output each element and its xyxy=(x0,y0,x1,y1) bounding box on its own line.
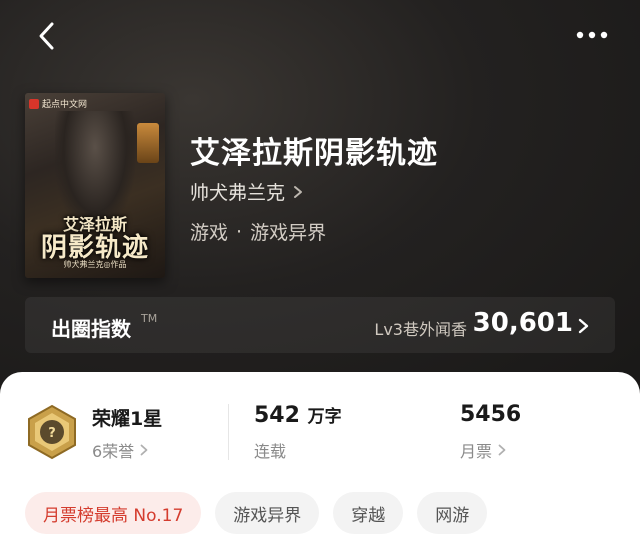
serial-status: 连载 xyxy=(254,442,287,461)
chevron-right-icon xyxy=(498,444,506,456)
heat-index-value: 30,601 xyxy=(472,308,573,338)
more-button[interactable] xyxy=(572,20,612,50)
heat-index-trademark: TM xyxy=(141,312,158,325)
honor-badge-icon: ? xyxy=(28,404,76,460)
monthly-tickets-link[interactable]: 月票 xyxy=(460,438,506,462)
tag-ranking[interactable]: 月票榜最高 No.17 xyxy=(25,492,202,534)
book-title: 艾泽拉斯阴影轨迹 xyxy=(190,136,438,171)
word-count: 542 万字 xyxy=(254,402,342,428)
heat-index-label: 出圈指数 xyxy=(51,317,131,341)
chevron-right-icon xyxy=(294,185,303,198)
cover-brand-text: 起点中文网 xyxy=(42,100,88,110)
tag-transmigration[interactable]: 穿越 xyxy=(333,492,404,534)
chevron-right-icon xyxy=(578,318,589,334)
honor-count-link[interactable]: 6荣誉 xyxy=(92,438,148,462)
stats-panel: ? 荣耀1星 6荣誉 542 万字 连载 5456 月票 月票榜最高 No.17… xyxy=(0,372,640,548)
svg-text:?: ? xyxy=(48,426,56,441)
genre-separator: · xyxy=(236,220,243,243)
tag-online-game[interactable]: 网游 xyxy=(417,492,488,534)
chevron-right-icon xyxy=(140,444,148,456)
heat-index-bar[interactable]: 出圈指数 TM Lv3巷外闻香 30,601 xyxy=(25,297,615,353)
cover-window-art xyxy=(137,123,159,163)
cover-brand: 起点中文网 xyxy=(29,97,87,110)
author-link[interactable]: 帅犬弗兰克 xyxy=(190,178,303,205)
top-bar xyxy=(0,0,640,70)
back-button[interactable] xyxy=(30,18,66,54)
chevron-left-icon xyxy=(39,22,54,50)
qidian-logo-icon xyxy=(29,98,39,109)
genre-main[interactable]: 游戏 xyxy=(190,218,228,245)
tag-list: 月票榜最高 No.17 游戏异界 穿越 网游 xyxy=(25,492,488,534)
author-name: 帅犬弗兰克 xyxy=(190,182,286,204)
honor-count: 6荣誉 xyxy=(92,442,135,461)
monthly-tickets-value: 5456 xyxy=(460,402,522,427)
cover-author-credit: 帅犬弗兰克◎作品 xyxy=(63,260,127,269)
heat-index-level: Lv3巷外闻香 xyxy=(374,320,467,339)
tag-genre[interactable]: 游戏异界 xyxy=(215,492,320,534)
monthly-tickets-label: 月票 xyxy=(460,442,493,461)
word-count-unit: 万字 xyxy=(307,407,342,427)
genre-sub[interactable]: 游戏异界 xyxy=(250,218,326,245)
stats-divider xyxy=(228,404,229,460)
genre-row: 游戏 · 游戏异界 xyxy=(190,218,326,245)
word-count-value: 542 xyxy=(254,403,300,428)
honor-title: 荣耀1星 xyxy=(92,408,163,430)
more-dots-icon xyxy=(576,31,608,39)
book-cover[interactable]: 起点中文网 艾泽拉斯 阴影轨迹 帅犬弗兰克◎作品 xyxy=(25,93,165,278)
